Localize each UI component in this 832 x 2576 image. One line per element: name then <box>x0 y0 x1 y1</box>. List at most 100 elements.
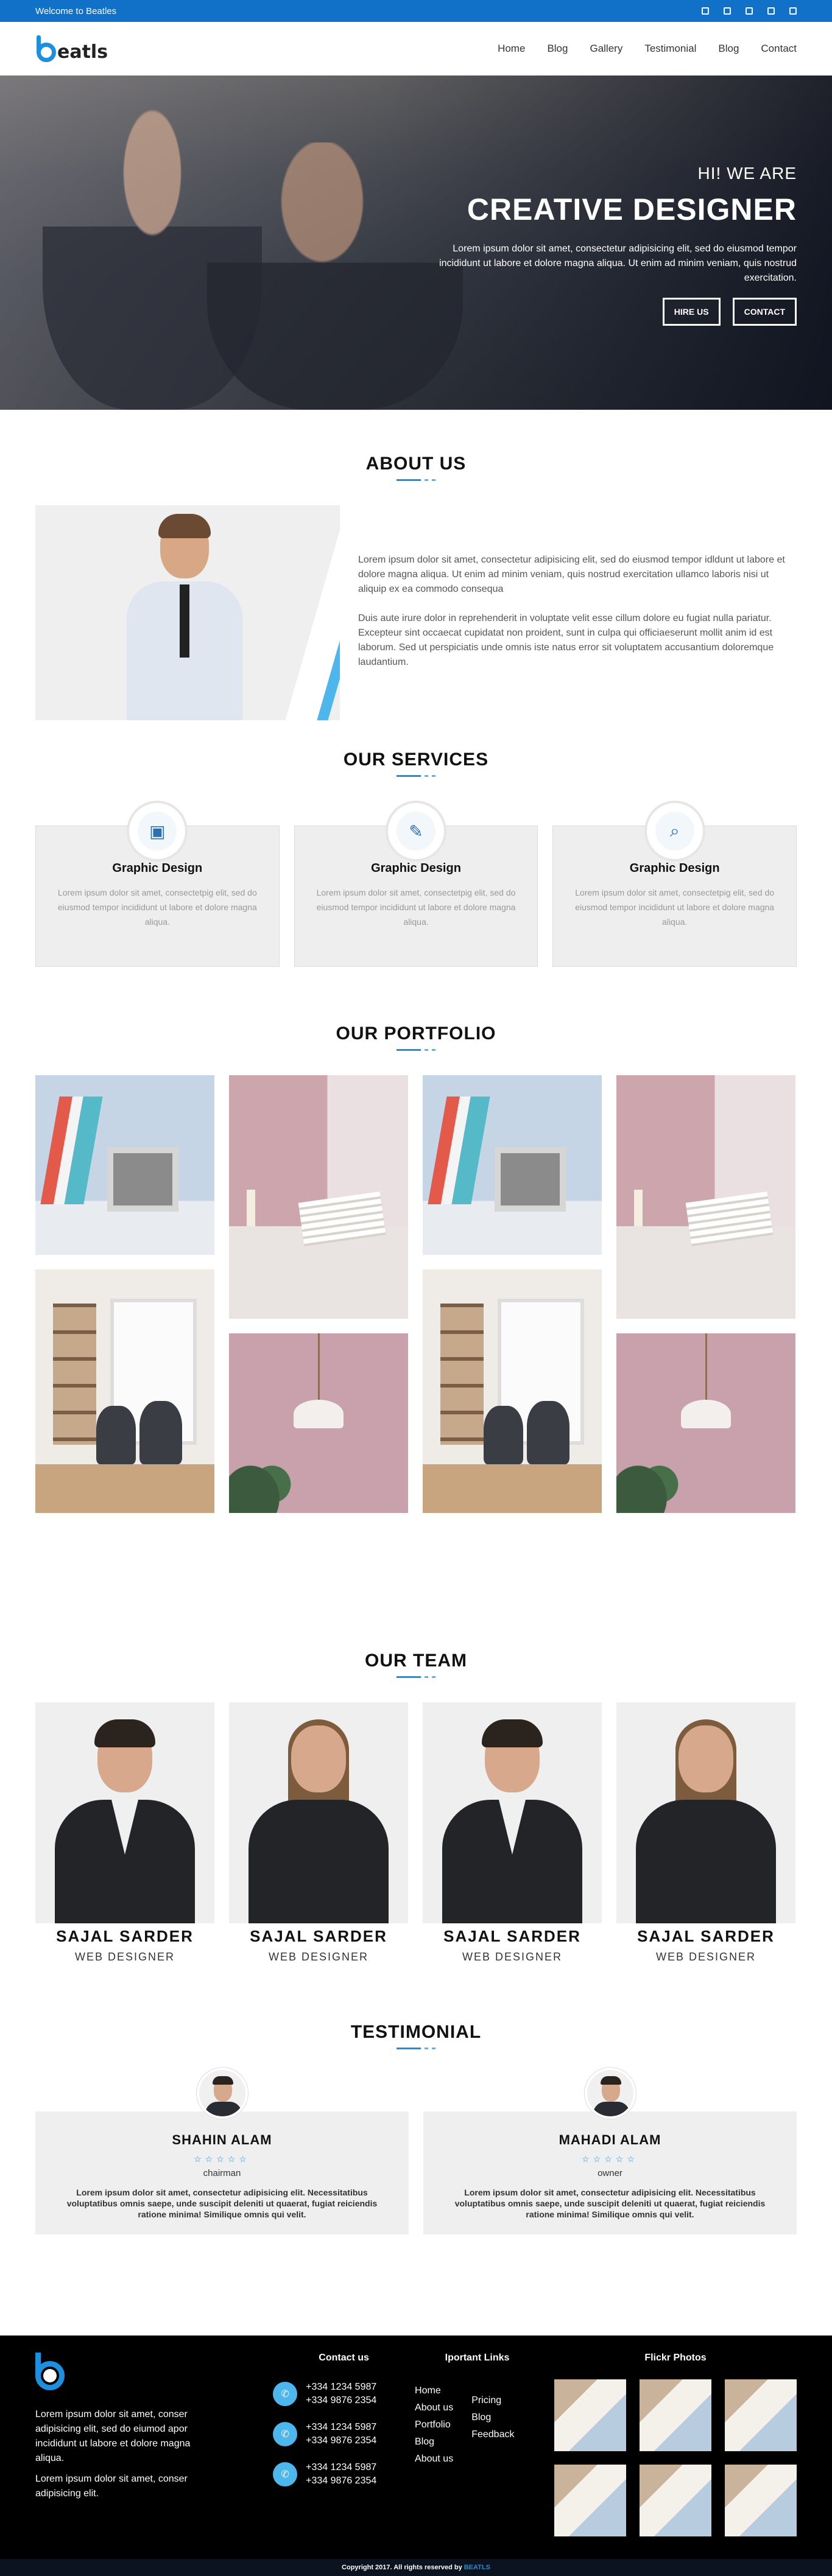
about-title: ABOUT US <box>365 454 467 474</box>
flickr-photo[interactable] <box>554 2379 626 2451</box>
footer-link-blog-2[interactable]: Blog <box>471 2412 514 2423</box>
team-member-role: WEB DESIGNER <box>74 1951 175 1963</box>
team-member-name: SAJAL SARDER <box>250 1927 387 1945</box>
testimonial-name: MAHADI ALAM <box>559 2132 661 2147</box>
testimonial-title: TESTIMONIAL <box>350 2022 482 2042</box>
services-title: OUR SERVICES <box>343 749 489 770</box>
team-member[interactable]: SAJAL SARDER WEB DESIGNER <box>35 1702 214 1964</box>
team-member-name: SAJAL SARDER <box>56 1927 194 1945</box>
portfolio-item[interactable] <box>229 1333 408 1513</box>
flickr-photo[interactable] <box>725 2465 797 2536</box>
pinterest-icon[interactable] <box>789 7 797 15</box>
team-member[interactable]: SAJAL SARDER WEB DESIGNER <box>229 1702 408 1964</box>
footer-link-blog[interactable]: Blog <box>415 2437 453 2448</box>
service-title: Graphic Design <box>371 862 461 875</box>
portfolio-section: OUR PORTFOLIO <box>0 1023 832 1651</box>
phone-number[interactable]: +334 1234 5987 <box>306 2461 376 2474</box>
contact-item: ✆ +334 1234 5987 +334 9876 2354 <box>273 2421 415 2448</box>
team-member-name: SAJAL SARDER <box>637 1927 775 1945</box>
portfolio-item[interactable] <box>423 1269 602 1513</box>
team-member-role: WEB DESIGNER <box>462 1951 563 1963</box>
service-text: Lorem ipsum dolor sit amet, consectetpig… <box>575 888 775 927</box>
footer-link-home[interactable]: Home <box>415 2385 453 2396</box>
nav-item-home[interactable]: Home <box>498 43 525 55</box>
nav-item-gallery[interactable]: Gallery <box>590 43 622 55</box>
logo-b-icon <box>35 35 56 62</box>
service-card[interactable]: ✎ Graphic Design Lorem ipsum dolor sit a… <box>294 801 538 967</box>
hire-us-button[interactable]: HIRE US <box>662 298 721 326</box>
hero-title: CREATIVE DESIGNER <box>467 192 797 226</box>
testimonial-card: SHAHIN ALAM ☆☆☆☆☆ chairman Lorem ipsum d… <box>35 2068 409 2234</box>
flickr-photo[interactable] <box>554 2465 626 2536</box>
logo[interactable]: eatls <box>35 35 108 63</box>
contact-item: ✆ +334 1234 5987 +334 9876 2354 <box>273 2381 415 2407</box>
flickr-photo[interactable] <box>640 2379 711 2451</box>
flickr-photo[interactable] <box>725 2379 797 2451</box>
portfolio-item[interactable] <box>35 1269 214 1513</box>
contact-item: ✆ +334 1234 5987 +334 9876 2354 <box>273 2461 415 2488</box>
copyright-brand-link[interactable]: BEATLS <box>464 2564 490 2571</box>
about-image <box>35 505 340 720</box>
portfolio-item[interactable] <box>616 1333 795 1513</box>
star-rating-icon: ☆☆☆☆☆ <box>194 2154 250 2164</box>
welcome-text: Welcome to Beatles <box>35 5 117 16</box>
pen-tool-icon: ✎ <box>397 812 435 851</box>
phone-number[interactable]: +334 9876 2354 <box>306 2434 376 2448</box>
google-plus-icon[interactable] <box>746 7 753 15</box>
service-icon-wrap: ▣ <box>127 801 188 862</box>
title-underline <box>35 2048 797 2049</box>
testimonial-card: MAHADI ALAM ☆☆☆☆☆ owner Lorem ipsum dolo… <box>423 2068 797 2234</box>
logo-text: eatls <box>57 41 108 63</box>
contact-button[interactable]: CONTACT <box>732 298 797 326</box>
footer-flickr-title: Flickr Photos <box>644 2353 707 2363</box>
team-member-name: SAJAL SARDER <box>443 1927 581 1945</box>
service-card[interactable]: ▣ Graphic Design Lorem ipsum dolor sit a… <box>35 801 280 967</box>
testimonial-text: Lorem ipsum dolor sit amet, consectetur … <box>66 2188 378 2219</box>
portfolio-item[interactable] <box>35 1075 214 1255</box>
nav-item-blog[interactable]: Blog <box>547 43 568 55</box>
hero-description: Lorem ipsum dolor sit amet, consectetur … <box>439 244 797 283</box>
flickr-photo[interactable] <box>640 2465 711 2536</box>
footer-about-text: Lorem ipsum dolor sit amet, conser adipi… <box>35 2409 191 2463</box>
footer-link-pricing[interactable]: Pricing <box>471 2395 514 2406</box>
service-text: Lorem ipsum dolor sit amet, consectetpig… <box>57 888 257 927</box>
twitter-icon[interactable] <box>724 7 731 15</box>
portfolio-item[interactable] <box>423 1075 602 1255</box>
nav-item-contact[interactable]: Contact <box>761 43 797 55</box>
footer-link-about[interactable]: About us <box>415 2402 453 2413</box>
testimonial-name: SHAHIN ALAM <box>172 2132 272 2147</box>
phone-number[interactable]: +334 9876 2354 <box>306 2394 376 2407</box>
footer-logo-icon[interactable] <box>35 2353 67 2390</box>
copyright-bar: Copyright 2017. All rights reserved by B… <box>0 2559 832 2576</box>
portfolio-item[interactable] <box>616 1075 795 1319</box>
service-card[interactable]: ⌕ Graphic Design Lorem ipsum dolor sit a… <box>552 801 797 967</box>
footer-about: Lorem ipsum dolor sit amet, conser adipi… <box>35 2353 200 2536</box>
about-section: ABOUT US Lorem ipsum dolor sit amet, con… <box>0 410 832 749</box>
testimonial-position: chairman <box>203 2168 241 2178</box>
footer-about-text-2: Lorem ipsum dolor sit amet, conser adipi… <box>35 2474 188 2499</box>
portfolio-item[interactable] <box>229 1075 408 1319</box>
nav-menu: Home Blog Gallery Testimonial Blog Conta… <box>498 43 797 55</box>
team-member[interactable]: SAJAL SARDER WEB DESIGNER <box>616 1702 795 1964</box>
phone-icon: ✆ <box>273 2422 298 2446</box>
team-member-role: WEB DESIGNER <box>268 1951 369 1963</box>
linkedin-icon[interactable] <box>767 7 775 15</box>
phone-number[interactable]: +334 9876 2354 <box>306 2474 376 2488</box>
phone-number[interactable]: +334 1234 5987 <box>306 2421 376 2434</box>
facebook-icon[interactable] <box>702 7 709 15</box>
team-section: OUR TEAM SAJAL SARDER WEB DESIGNER SAJAL… <box>0 1651 832 2022</box>
nav-item-testimonial[interactable]: Testimonial <box>644 43 696 55</box>
footer-link-about-2[interactable]: About us <box>415 2454 453 2465</box>
footer-link-portfolio[interactable]: Portfolio <box>415 2420 453 2430</box>
hero-banner: HI! WE ARE CREATIVE DESIGNER Lorem ipsum… <box>0 75 832 410</box>
about-text: Lorem ipsum dolor sit amet, consectetur … <box>358 505 797 720</box>
title-underline <box>35 1049 797 1051</box>
testimonial-section: TESTIMONIAL SHAHIN ALAM ☆☆☆☆☆ chairman L… <box>0 2022 832 2336</box>
phone-number[interactable]: +334 1234 5987 <box>306 2381 376 2394</box>
team-member[interactable]: SAJAL SARDER WEB DESIGNER <box>423 1702 602 1964</box>
portfolio-grid <box>35 1075 797 1514</box>
footer-links-title: Iportant Links <box>445 2353 510 2363</box>
hero-kicker: HI! WE ARE <box>697 164 797 183</box>
footer-link-feedback[interactable]: Feedback <box>471 2429 514 2440</box>
nav-item-blog-2[interactable]: Blog <box>718 43 739 55</box>
